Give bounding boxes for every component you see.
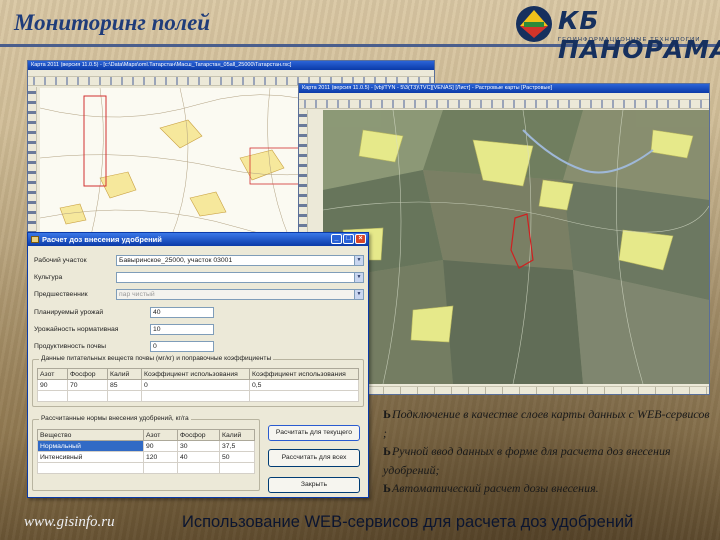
results-header-potassium[interactable]: Калий	[219, 429, 255, 441]
map-window-menubar[interactable]	[299, 93, 709, 100]
bullet-marker: Ь	[383, 481, 391, 495]
dialog-title: Расчет доз внесения удобрений	[42, 235, 162, 244]
planned-yield-label: Планируемый урожай	[34, 309, 104, 316]
predecessor-label: Предшественник	[34, 291, 88, 298]
results-header-substance[interactable]: Вещество	[37, 429, 144, 441]
table-cell[interactable]: 30	[177, 440, 220, 452]
results-header-phosphorus[interactable]: Фосфор	[177, 429, 220, 441]
table-cell[interactable]: 0	[141, 379, 250, 391]
table-cell[interactable]: 70	[67, 379, 108, 391]
table-row[interactable]: Нормальный 90 30 37,5	[37, 440, 255, 452]
table-row-empty	[37, 462, 255, 474]
logo-emblem-icon	[516, 6, 552, 42]
nutrients-group: Данные питательных веществ почвы (мг/кг)…	[32, 355, 364, 407]
bullet-item: ЬРучной ввод данных в форме для расчета …	[383, 444, 671, 477]
back-window-titlebar[interactable]: Карта 2011 (версия 11.0.5) - [c:\Data\Ma…	[28, 61, 434, 70]
table-row[interactable]: Интенсивный 120 40 50	[37, 451, 255, 463]
work-area-value: Бавыринское_25000, участок 03001	[119, 257, 233, 264]
nutrients-header-potassium[interactable]: Калий	[107, 368, 142, 380]
results-group: Рассчитанные нормы внесения удобрений, к…	[32, 415, 260, 491]
chevron-down-icon[interactable]: ▼	[354, 256, 363, 265]
predecessor-value: пар чистый	[119, 291, 155, 298]
table-cell[interactable]: 0,5	[249, 379, 359, 391]
nutrients-table[interactable]: Азот Фосфор Калий Коэффициент использова…	[37, 368, 359, 402]
table-cell[interactable]: Интенсивный	[37, 451, 144, 463]
bullet-list: ЬПодключение в качестве слоев карты данн…	[383, 405, 711, 498]
back-window-menubar[interactable]	[28, 70, 434, 77]
logo-subtitle: ГЕОИНФОРМАЦИОННЫЕ ТЕХНОЛОГИИ	[558, 37, 701, 43]
calc-all-button[interactable]: Рассчитать для всех	[268, 449, 360, 467]
results-table[interactable]: Вещество Азот Фосфор Калий Нормальный 90…	[37, 429, 255, 474]
table-cell[interactable]: 37,5	[219, 440, 255, 452]
company-logo: КБ ПАНОРАМА ГЕОИНФОРМАЦИОННЫЕ ТЕХНОЛОГИИ	[514, 4, 720, 64]
table-cell[interactable]: Нормальный	[37, 440, 144, 452]
results-header-row: Вещество Азот Фосфор Калий	[37, 429, 255, 441]
nutrients-header-phosphorus[interactable]: Фосфор	[67, 368, 108, 380]
footer-url: www.gisinfo.ru	[24, 514, 115, 530]
map-window-titlebar[interactable]: Карта 2011 (версия 11.0.5) - [vbj/TYN - …	[299, 84, 709, 93]
bullet-marker: Ь	[383, 407, 391, 421]
culture-select[interactable]: ▼	[116, 272, 364, 283]
productivity-input[interactable]: 0	[150, 341, 214, 352]
nutrients-group-caption: Данные питательных веществ почвы (мг/кг)…	[39, 355, 274, 362]
table-cell[interactable]: 40	[177, 451, 220, 463]
table-cell[interactable]: 85	[107, 379, 142, 391]
yield-ratio-label: Урожайность нормативная	[34, 326, 119, 333]
productivity-label: Продуктивность почвы	[34, 343, 107, 350]
culture-label: Культура	[34, 274, 63, 281]
maximize-icon[interactable]: □	[343, 234, 354, 244]
table-cell[interactable]: 50	[219, 451, 255, 463]
minimize-icon[interactable]: _	[331, 234, 342, 244]
logo-text: КБ ПАНОРАМА	[558, 6, 720, 64]
fertilizer-calculation-dialog[interactable]: Расчет доз внесения удобрений _ □ × Рабо…	[27, 232, 369, 498]
map-window-toolbar[interactable]	[299, 100, 709, 109]
back-window-tool-column[interactable]	[28, 87, 37, 239]
dialog-titlebar[interactable]: Расчет доз внесения удобрений _ □ ×	[28, 233, 368, 246]
satellite-imagery	[323, 110, 709, 384]
results-group-caption: Рассчитанные нормы внесения удобрений, к…	[39, 415, 191, 422]
bullet-marker: Ь	[383, 444, 391, 458]
results-header-nitrogen[interactable]: Азот	[143, 429, 178, 441]
footer-title: Использование WEB-сервисов для расчета д…	[182, 513, 634, 531]
table-row-empty	[37, 390, 359, 402]
work-area-label: Рабочий участок	[34, 257, 87, 264]
table-cell[interactable]: 90	[143, 440, 178, 452]
calc-current-button[interactable]: Расчитать для текущего	[268, 425, 360, 441]
nutrients-header-coef-1[interactable]: Коэффициент использования	[141, 368, 250, 380]
predecessor-select[interactable]: пар чистый ▼	[116, 289, 364, 300]
table-cell[interactable]: 90	[37, 379, 68, 391]
work-area-select[interactable]: Бавыринское_25000, участок 03001 ▼	[116, 255, 364, 266]
chevron-down-icon[interactable]: ▼	[354, 273, 363, 282]
page-title: Мониторинг полей	[14, 10, 211, 35]
nutrients-header-nitrogen[interactable]: Азот	[37, 368, 68, 380]
nutrients-header-row: Азот Фосфор Калий Коэффициент использова…	[37, 368, 359, 380]
close-icon[interactable]: ×	[355, 234, 366, 244]
nutrients-header-coef-2[interactable]: Коэффициент использования	[249, 368, 359, 380]
table-cell[interactable]: 120	[143, 451, 178, 463]
yield-ratio-input[interactable]: 10	[150, 324, 214, 335]
planned-yield-input[interactable]: 40	[150, 307, 214, 318]
close-button[interactable]: Закрыть	[268, 477, 360, 493]
bullet-item: ЬПодключение в качестве слоев карты данн…	[383, 407, 710, 440]
bullet-item: ЬАвтоматический расчет дозы внесения.	[383, 481, 599, 495]
app-icon	[31, 236, 39, 243]
satellite-map[interactable]	[323, 110, 709, 384]
table-row[interactable]: 90 70 85 0 0,5	[37, 379, 359, 391]
chevron-down-icon[interactable]: ▼	[354, 290, 363, 299]
